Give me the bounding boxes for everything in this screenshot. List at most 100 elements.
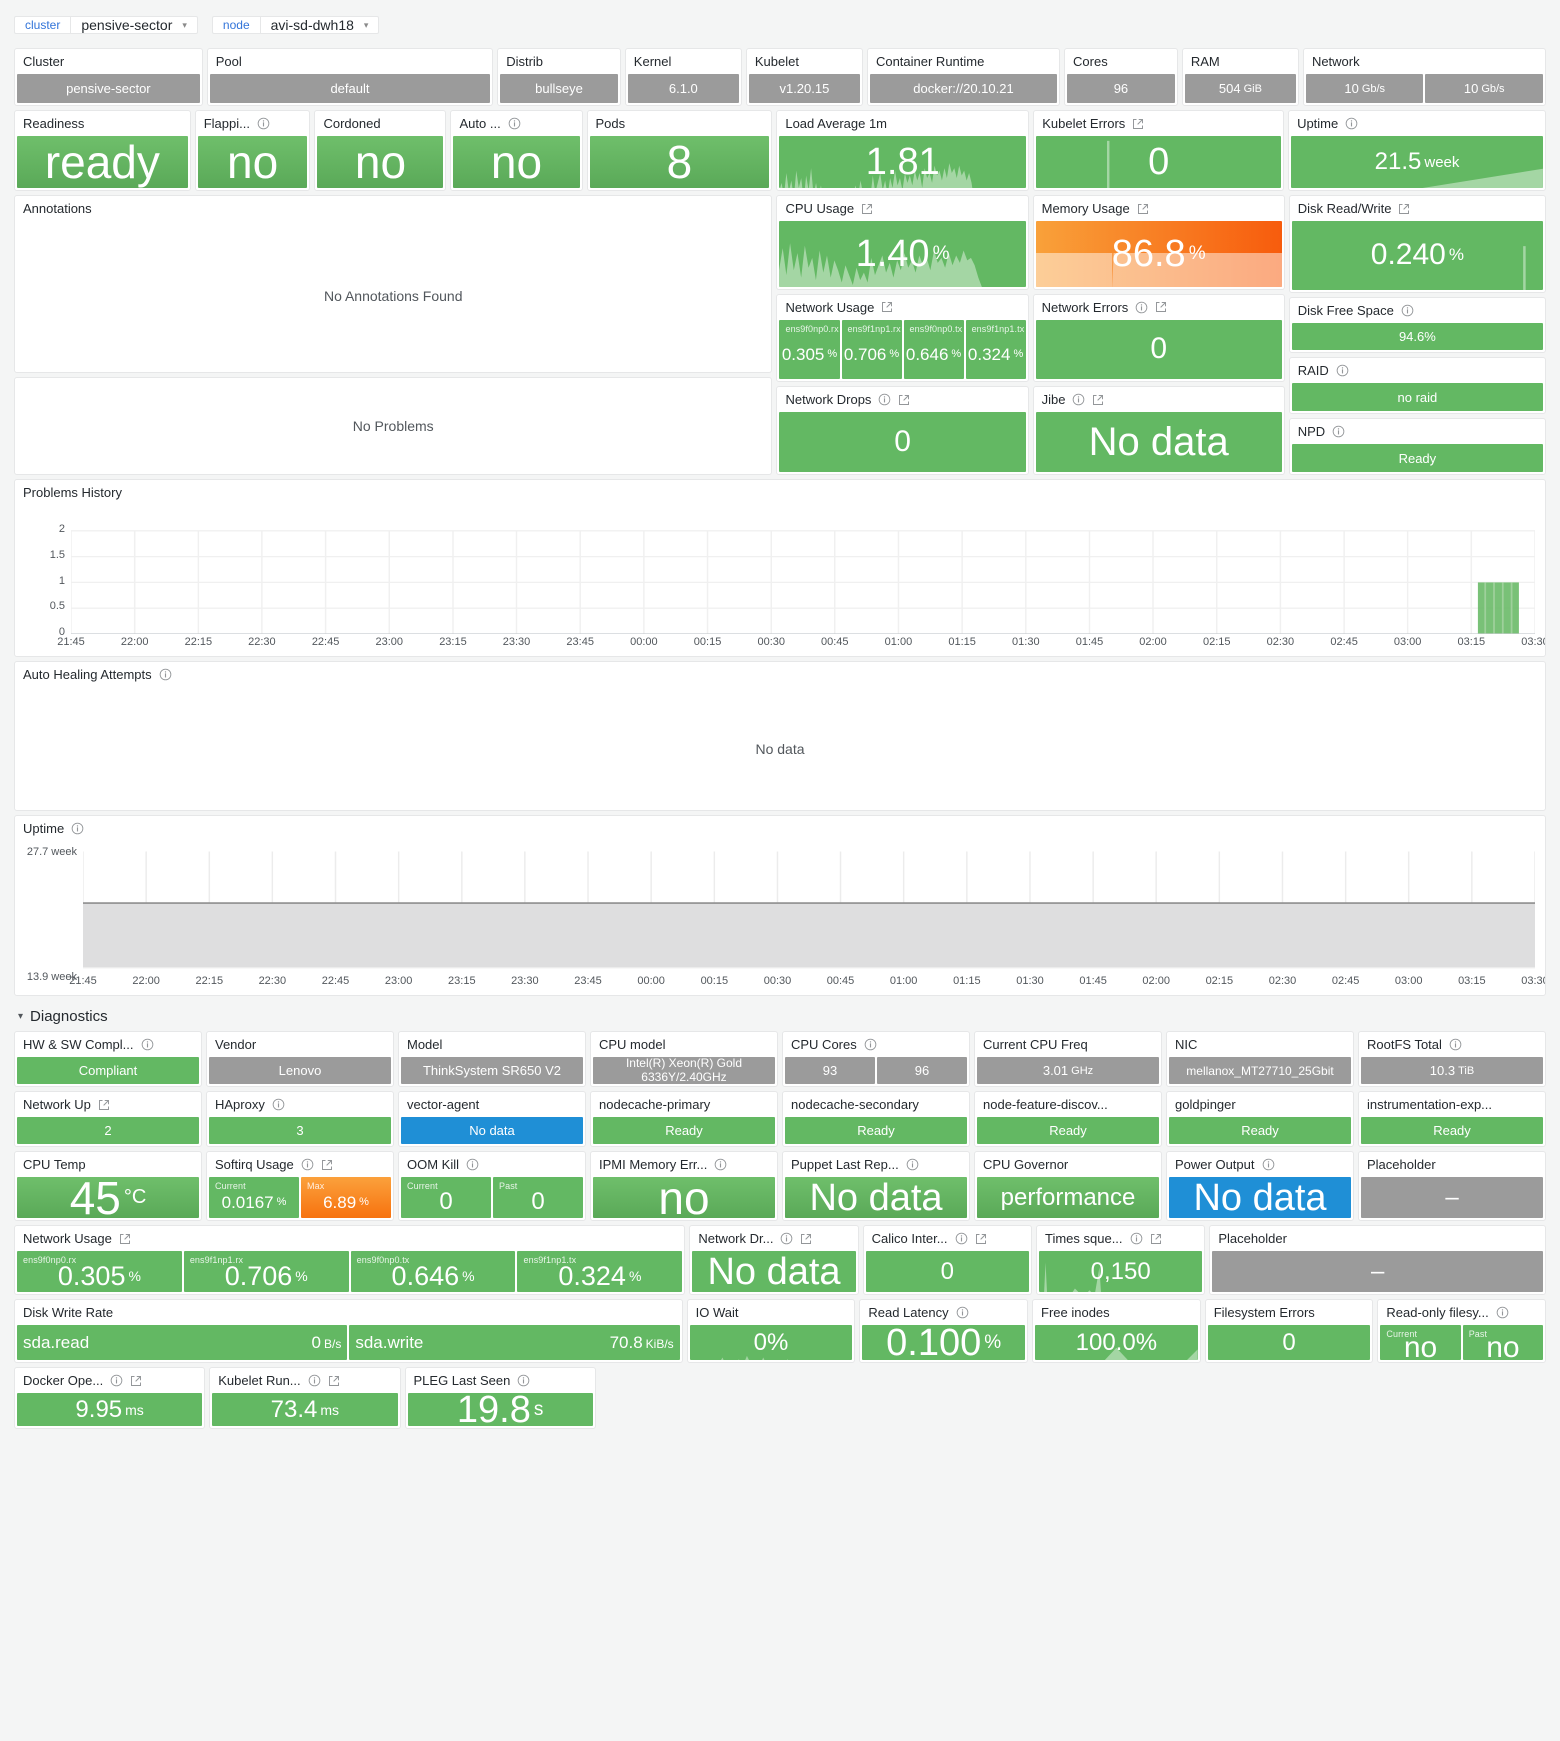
panel-readiness[interactable]: Readiness ready	[14, 110, 191, 191]
panel-calico-interface[interactable]: Calico Inter... 0	[862, 1225, 1032, 1295]
panel-network-errors[interactable]: Network Errors 0	[1032, 293, 1285, 383]
chevron-down-icon[interactable]: ▾	[18, 1011, 23, 1022]
info-icon[interactable]	[110, 1374, 123, 1387]
info-icon[interactable]	[1262, 1158, 1275, 1171]
panel-cordoned[interactable]: Cordoned no	[314, 110, 447, 191]
panel-read-only-filesystem[interactable]: Read-only filesy... Current no Past no	[1377, 1299, 1546, 1363]
info-icon[interactable]	[71, 822, 84, 835]
panel-npd[interactable]: NPD Ready	[1288, 418, 1546, 475]
info-icon[interactable]	[517, 1374, 530, 1387]
external-link-icon[interactable]	[328, 1375, 340, 1387]
info-icon[interactable]	[301, 1158, 314, 1171]
panel-network-drops-diag[interactable]: Network Dr... No data	[689, 1225, 859, 1295]
panel-power-output[interactable]: Power Output No data	[1166, 1151, 1354, 1221]
panel-kernel[interactable]: Kernel 6.1.0	[624, 48, 742, 106]
panel-docker-operations[interactable]: Docker Ope... 9.95 ms	[14, 1367, 206, 1429]
info-icon[interactable]	[272, 1098, 285, 1111]
panel-auto-healing-attempts[interactable]: Auto Healing Attempts No data	[14, 661, 1546, 811]
external-link-icon[interactable]	[1092, 394, 1104, 406]
panel-ram[interactable]: RAM 504 GiB	[1181, 48, 1299, 106]
panel-nodecache-secondary[interactable]: nodecache-secondary Ready	[782, 1091, 970, 1147]
variable-node-label[interactable]: node	[211, 16, 260, 34]
panel-model[interactable]: Model ThinkSystem SR650 V2	[398, 1031, 586, 1087]
panel-placeholder-1[interactable]: Placeholder –	[1358, 1151, 1546, 1221]
panel-io-wait[interactable]: IO Wait 0%	[686, 1299, 856, 1363]
panel-cpu-governor[interactable]: CPU Governor performance	[974, 1151, 1162, 1221]
external-link-icon[interactable]	[975, 1233, 987, 1245]
external-link-icon[interactable]	[1398, 203, 1410, 215]
panel-annotations[interactable]: Annotations No Annotations Found	[14, 195, 773, 373]
panel-free-inodes[interactable]: Free inodes 100.0%	[1032, 1299, 1201, 1363]
info-icon[interactable]	[1401, 304, 1414, 317]
panel-flapping[interactable]: Flappi... no	[194, 110, 311, 191]
external-link-icon[interactable]	[1132, 118, 1144, 130]
variable-node[interactable]: node avi-sd-dwh18 ▾	[211, 16, 380, 34]
panel-uptime-stat[interactable]: Uptime 21.5 week	[1288, 110, 1547, 191]
panel-cores[interactable]: Cores 96	[1064, 48, 1178, 106]
panel-filesystem-errors[interactable]: Filesystem Errors 0	[1204, 1299, 1374, 1363]
panel-problems-history[interactable]: Problems History 2 1.5 1 0.5 0 21:45 22:…	[14, 479, 1546, 657]
info-icon[interactable]	[308, 1374, 321, 1387]
info-icon[interactable]	[955, 1232, 968, 1245]
panel-hw-sw-compliance[interactable]: HW & SW Compl... Compliant	[14, 1031, 202, 1087]
info-icon[interactable]	[257, 117, 270, 130]
info-icon[interactable]	[1072, 393, 1085, 406]
panel-vendor[interactable]: Vendor Lenovo	[206, 1031, 394, 1087]
panel-network-drops[interactable]: Network Drops 0	[776, 386, 1029, 475]
external-link-icon[interactable]	[1150, 1233, 1162, 1245]
info-icon[interactable]	[1130, 1232, 1143, 1245]
info-icon[interactable]	[1332, 425, 1345, 438]
panel-network-usage-diag[interactable]: Network Usage ens9f0np0.rx 0.305% ens9f1…	[14, 1225, 686, 1295]
panel-ipmi-memory-errors[interactable]: IPMI Memory Err... no	[590, 1151, 778, 1221]
info-icon[interactable]	[864, 1038, 877, 1051]
panel-disk-free-space[interactable]: Disk Free Space 94.6%	[1288, 296, 1546, 354]
info-icon[interactable]	[508, 117, 521, 130]
info-icon[interactable]	[1135, 301, 1148, 314]
panel-network-up[interactable]: Network Up 2	[14, 1091, 202, 1147]
panel-nodecache-primary[interactable]: nodecache-primary Ready	[590, 1091, 778, 1147]
panel-haproxy[interactable]: HAproxy 3	[206, 1091, 394, 1147]
panel-kubelet-errors[interactable]: Kubelet Errors 0	[1033, 110, 1285, 191]
info-icon[interactable]	[141, 1038, 154, 1051]
panel-read-latency[interactable]: Read Latency 0.100%	[859, 1299, 1029, 1363]
panel-load-average[interactable]: Load Average 1m 1.81	[776, 110, 1030, 191]
panel-network[interactable]: Network 10 Gb/s 10 Gb/s	[1302, 48, 1546, 106]
panel-cpu-cores[interactable]: CPU Cores 93 96	[782, 1031, 970, 1087]
info-icon[interactable]	[714, 1158, 727, 1171]
info-icon[interactable]	[1449, 1038, 1462, 1051]
panel-current-cpu-freq[interactable]: Current CPU Freq 3.01 GHz	[974, 1031, 1162, 1087]
variable-node-value[interactable]: avi-sd-dwh18 ▾	[259, 16, 380, 34]
panel-cpu-model[interactable]: CPU model Intel(R) Xeon(R) Gold 6336Y/2.…	[590, 1031, 778, 1087]
diagnostics-section-header[interactable]: ▾ Diagnostics	[14, 1000, 1546, 1031]
panel-disk-write-rate[interactable]: Disk Write Rate sda.read 0 B/s sda.write…	[14, 1299, 683, 1363]
panel-nic[interactable]: NIC mellanox_MT27710_25Gbit	[1166, 1031, 1354, 1087]
panel-network-usage[interactable]: Network Usage ens9f0np0.rx 0.305% ens9f1…	[776, 293, 1029, 383]
panel-goldpinger[interactable]: goldpinger Ready	[1166, 1091, 1354, 1147]
external-link-icon[interactable]	[130, 1375, 142, 1387]
panel-problems[interactable]: No Problems	[14, 376, 773, 475]
info-icon[interactable]	[466, 1158, 479, 1171]
panel-cpu-temp[interactable]: CPU Temp 45 °C	[14, 1151, 202, 1221]
panel-raid[interactable]: RAID no raid	[1288, 357, 1546, 415]
panel-jibe[interactable]: Jibe No data	[1032, 386, 1285, 475]
panel-cluster[interactable]: Cluster pensive-sector	[14, 48, 203, 106]
panel-uptime-graph[interactable]: Uptime 27.7 week 13.9 week 21:45 22:00 2…	[14, 815, 1546, 996]
info-icon[interactable]	[780, 1232, 793, 1245]
info-icon[interactable]	[1496, 1306, 1509, 1319]
panel-pleg-last-seen[interactable]: PLEG Last Seen 19.8 s	[404, 1367, 596, 1429]
info-icon[interactable]	[159, 668, 172, 681]
panel-puppet-last-report[interactable]: Puppet Last Rep... No data	[782, 1151, 970, 1221]
panel-container-runtime[interactable]: Container Runtime docker://20.10.21	[866, 48, 1061, 106]
info-icon[interactable]	[906, 1158, 919, 1171]
external-link-icon[interactable]	[98, 1099, 110, 1111]
info-icon[interactable]	[1336, 364, 1349, 377]
external-link-icon[interactable]	[861, 203, 873, 215]
external-link-icon[interactable]	[321, 1159, 333, 1171]
external-link-icon[interactable]	[800, 1233, 812, 1245]
panel-kubelet-runtime[interactable]: Kubelet Run... 73.4 ms	[209, 1367, 401, 1429]
panel-disk-read-write[interactable]: Disk Read/Write 0.240%	[1288, 195, 1546, 293]
panel-instrumentation-exporter[interactable]: instrumentation-exp... Ready	[1358, 1091, 1546, 1147]
panel-auto-healing[interactable]: Auto ... no	[450, 110, 583, 191]
external-link-icon[interactable]	[1137, 203, 1149, 215]
panel-memory-usage[interactable]: Memory Usage 86.8%	[1032, 195, 1285, 290]
